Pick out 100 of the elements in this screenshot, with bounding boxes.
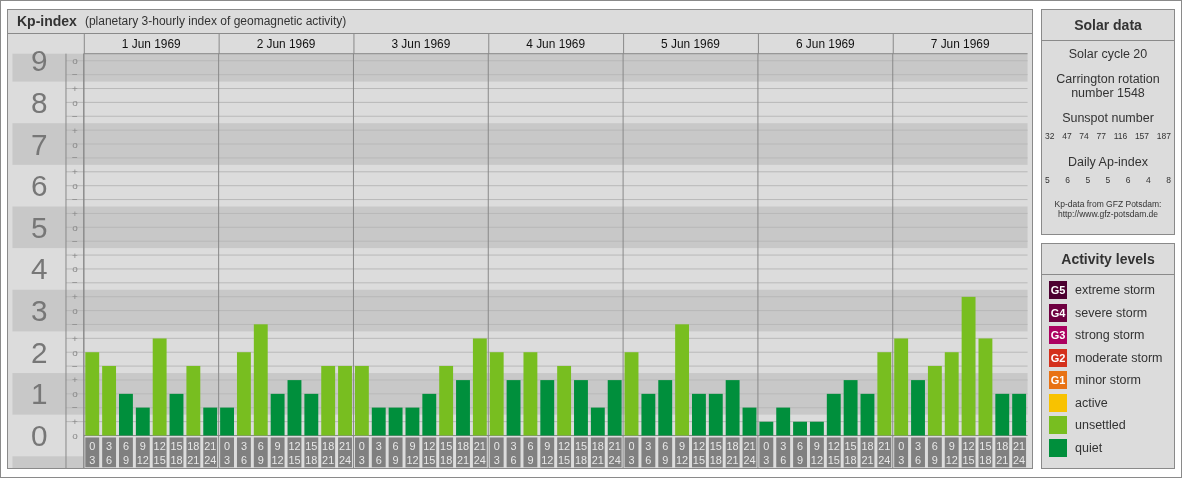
sub-level-label: − [72,235,78,247]
source-link[interactable]: http://www.gfz-potsdam.de [1057,209,1159,219]
hour-range-label: 9 12 [270,437,285,467]
hour-range-label: 15 18 [708,437,723,467]
hour-range-label: 21 24 [1012,437,1027,467]
hour-range-label: 18 21 [321,437,336,467]
hour-range-label: 18 21 [456,437,470,467]
sub-level-label: + [72,166,78,178]
sub-level-label: o [72,429,78,441]
hour-range-label: 6 9 [119,437,133,467]
axis-tick-label: 3 [30,293,48,327]
sub-level-label: − [72,68,78,80]
bar [574,379,588,436]
hour-range-label: 0 3 [894,437,909,467]
hour-range-label: 21 24 [472,437,487,467]
sub-level-label: − [72,360,78,372]
bar [456,379,470,436]
sub-level-label: − [72,402,78,414]
hour-range-label: 18 21 [995,437,1010,467]
hour-range-label: 3 6 [911,437,925,467]
hour-range-label: 21 24 [877,437,892,467]
source-text: Kp-data from GFZ Potsdam: [1054,199,1162,209]
hour-range-label: 9 12 [135,437,150,467]
sub-level-label: + [72,249,78,261]
carrington-rotation-text: Carrington rotation number 1548 [1055,72,1161,100]
hour-range-label: 12 15 [287,437,302,467]
date-label: 3 Jun 1969 [391,36,451,51]
solar-cycle-text: Solar cycle 20 [1068,47,1148,61]
x-tick-label: 0 3 [493,440,500,467]
hour-range-label: 9 12 [540,437,555,467]
bar [186,365,201,436]
hour-range-label: 21 24 [338,437,352,467]
ap-index-value: 5 [1045,175,1050,185]
hour-range-label: 18 21 [590,437,605,467]
x-tick-label: 0 3 [89,440,96,467]
legend-swatch: G5 [1049,281,1067,299]
sub-level-label: − [72,318,78,330]
ap-index-value: 5 [1085,175,1091,185]
panel-title: Kp-index [17,13,77,30]
sunspot-value: 116 [1113,131,1128,141]
hour-range-label: 15 18 [169,437,184,467]
bar [1012,393,1027,436]
ap-index-value: 5 [1105,175,1111,185]
hour-range-label: 6 9 [253,437,268,467]
axis-tick-label: 1 [30,377,48,411]
bar [439,365,454,436]
x-tick-label: 3 6 [645,440,652,467]
bar [557,365,572,436]
date-label: 2 Jun 1969 [256,36,316,51]
axis-tick-label: 2 [30,335,48,369]
hour-range-label: 12 15 [961,437,976,467]
panel-subtitle: (planetary 3-hourly index of geomagnetic activity) [84,14,347,29]
hour-range-label: 15 18 [304,437,319,467]
hour-range-label: 12 15 [826,437,841,467]
legend-label: minor storm [1075,373,1141,387]
bar [692,393,706,436]
hour-range-label: 15 18 [574,437,588,467]
sub-level-label: + [72,207,78,219]
legend-swatch: G4 [1049,303,1067,322]
date-label: 6 Jun 1969 [795,36,855,51]
x-tick-label: 3 6 [240,440,247,467]
sub-level-label: + [72,332,78,344]
bar [422,393,437,436]
hour-range-label: 21 24 [203,437,218,467]
date-label: 5 Jun 1969 [661,36,720,51]
hour-range-label: 12 15 [557,437,572,467]
sub-level-label: − [72,277,78,289]
hour-range-label: 15 18 [843,437,858,467]
x-tick-label: 0 3 [628,440,635,467]
hour-range-label: 12 15 [422,437,437,467]
hour-range-label: 6 9 [793,437,807,467]
axis-tick-label: 7 [30,127,48,161]
bar [203,407,218,436]
sunspot-value: 187 [1156,131,1171,141]
bar [304,393,319,436]
legend-label: quiet [1075,440,1103,455]
hour-range-label: 21 24 [742,437,757,467]
x-tick-label: 6 9 [257,440,264,467]
hour-range-label: 9 12 [675,437,689,467]
hour-range-label: 0 3 [489,437,504,467]
axis-tick-label: 5 [30,210,48,244]
x-tick-label: 3 6 [106,440,113,467]
x-tick-label: 6 9 [392,440,399,467]
sub-level-label: − [72,193,78,205]
ap-index-value: 4 [1146,175,1151,185]
legend-label: moderate storm [1075,350,1163,365]
sub-level-label: − [72,152,78,164]
sub-level-label: o [72,96,78,108]
hour-range-label: 15 18 [978,437,993,467]
x-tick-label: 6 9 [527,440,534,467]
axis-tick-label: 4 [30,252,48,286]
ap-index-value: 8 [1166,175,1171,185]
x-tick-label: 6 9 [797,440,804,467]
hour-range-label: 9 12 [405,437,420,467]
ap-index-value: 6 [1065,175,1070,185]
x-tick-label: 6 9 [122,440,129,467]
sunspot-value: 77 [1096,131,1106,141]
hour-range-label: 21 24 [607,437,622,467]
hour-range-label: 6 9 [658,437,673,467]
x-tick-label: 6 9 [662,440,669,467]
